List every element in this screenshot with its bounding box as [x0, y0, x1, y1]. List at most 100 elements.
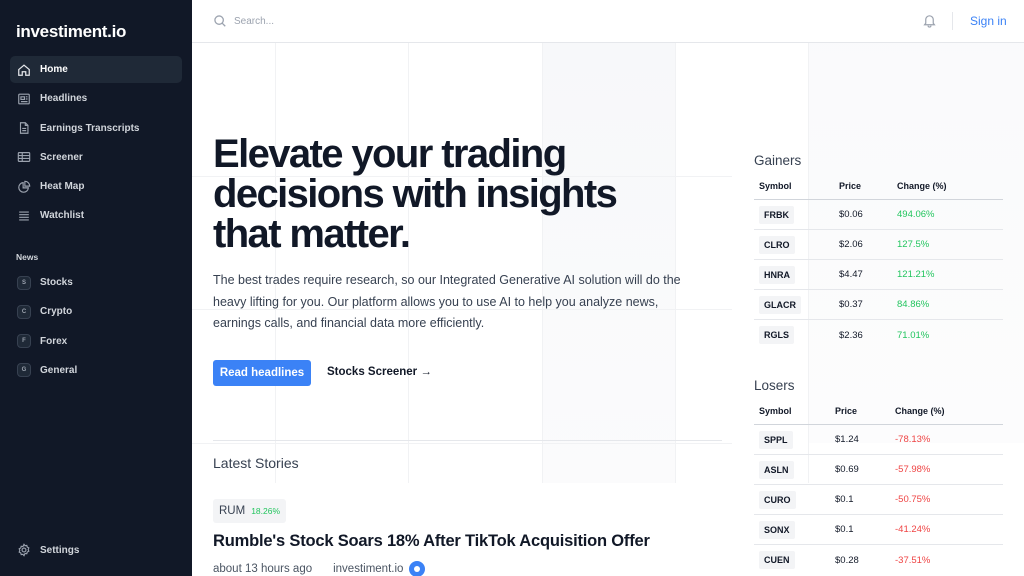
search-icon	[214, 15, 226, 27]
story-headline[interactable]: Rumble's Stock Soars 18% After TikTok Ac…	[213, 532, 650, 551]
price-cell: $0.1	[835, 524, 854, 535]
bell-icon[interactable]	[922, 13, 937, 28]
change-cell: -37.51%	[895, 554, 931, 566]
table-row[interactable]: CURO $0.1 -50.75%	[754, 485, 1003, 515]
table-row[interactable]: SPPL $1.24 -78.13%	[754, 425, 1003, 455]
symbol-badge: CUEN	[759, 551, 795, 569]
table-row[interactable]: GLACR $0.37 84.86%	[754, 290, 1003, 320]
change-cell: 71.01%	[897, 329, 930, 341]
column-header: Symbol	[759, 406, 792, 416]
symbol-badge: RGLS	[759, 326, 795, 344]
table-row[interactable]: RGLS $2.36 71.01%	[754, 320, 1003, 350]
symbol-badge: CURO	[759, 490, 796, 509]
price-cell: $0.37	[839, 299, 863, 310]
news-item-label: Stocks	[40, 277, 73, 288]
price-cell: $0.28	[835, 554, 859, 566]
topbar-divider	[952, 12, 953, 30]
column-header: Change (%)	[897, 181, 947, 191]
change-cell: 121.21%	[897, 269, 935, 280]
table-row[interactable]: FRBK $0.06 494.06%	[754, 200, 1003, 230]
ticker-change: 18.26%	[251, 506, 281, 516]
nav-item-screener[interactable]: Screener	[10, 144, 182, 171]
change-cell: 127.5%	[897, 239, 930, 250]
document-icon	[19, 122, 29, 134]
nav-item-label: Screener	[40, 151, 83, 163]
price-cell: $0.1	[835, 494, 854, 505]
symbol-badge: SPPL	[759, 430, 793, 449]
search-input[interactable]	[234, 11, 534, 31]
ticker-symbol: RUM	[219, 505, 246, 517]
gainers-table: Symbol Price Change (%) FRBK $0.06 494.0…	[754, 173, 1003, 350]
letter-badge: G	[17, 363, 31, 378]
letter-badge: C	[17, 304, 31, 319]
gear-icon	[18, 543, 30, 557]
news-section-title: News	[16, 252, 39, 262]
losers-title: Losers	[754, 378, 795, 393]
list-icon	[19, 211, 29, 221]
price-cell: $0.69	[835, 464, 859, 475]
source-logo-icon	[409, 561, 426, 576]
sidebar: investiment.io Home Headlines Earnings T…	[0, 0, 192, 576]
nav-item-label: Earnings Transcripts	[40, 122, 140, 134]
table-row[interactable]: SONX $0.1 -41.24%	[754, 515, 1003, 545]
column-header: Symbol	[759, 181, 792, 191]
table-icon	[17, 152, 31, 163]
losers-table: Symbol Price Change (%) SPPL $1.24 -78.1…	[754, 398, 1003, 575]
nav-item-watchlist[interactable]: Watchlist	[10, 202, 182, 229]
sign-in-link[interactable]: Sign in	[970, 14, 1007, 28]
news-item-stocks[interactable]: S Stocks	[10, 269, 182, 296]
table-row[interactable]: HNRA $4.47 121.21%	[754, 260, 1003, 290]
story-source[interactable]: investiment.io	[333, 563, 403, 575]
pie-chart-icon	[18, 180, 31, 193]
hero-description: The best trades require research, so our…	[213, 273, 681, 330]
news-item-general[interactable]: G General	[10, 357, 182, 384]
price-cell: $2.06	[839, 239, 863, 250]
nav-item-home[interactable]: Home	[10, 56, 182, 83]
stocks-screener-link[interactable]: Stocks Screener →	[327, 366, 432, 378]
nav-item-earnings-transcripts[interactable]: Earnings Transcripts	[10, 115, 182, 142]
hero-title: Elevate your trading decisions with insi…	[213, 132, 618, 256]
symbol-badge: GLACR	[759, 295, 801, 314]
table-row[interactable]: ASLN $0.69 -57.98%	[754, 455, 1003, 485]
letter-badge: S	[17, 275, 31, 290]
settings-button[interactable]: Settings	[17, 543, 79, 557]
home-icon	[18, 63, 30, 76]
brand-logo[interactable]: investiment.io	[16, 22, 126, 42]
table-row[interactable]: CUEN $0.28 -37.51%	[754, 545, 1003, 575]
nav-item-headlines[interactable]: Headlines	[10, 85, 182, 112]
news-item-label: Crypto	[40, 306, 73, 318]
latest-stories-title: Latest Stories	[213, 455, 299, 471]
gainers-title: Gainers	[754, 153, 802, 168]
nav-item-label: Headlines	[40, 93, 88, 105]
read-headlines-button[interactable]: Read headlines	[213, 360, 311, 386]
news-item-label: General	[40, 364, 78, 376]
symbol-badge: ASLN	[759, 460, 794, 479]
nav-item-label: Home	[40, 64, 68, 75]
column-header: Price	[839, 181, 862, 191]
price-cell: $2.36	[839, 329, 863, 341]
column-header: Change (%)	[895, 406, 945, 416]
change-cell: -50.75%	[895, 494, 931, 505]
symbol-badge: FRBK	[759, 205, 794, 224]
news-item-forex[interactable]: F Forex	[10, 328, 182, 355]
price-cell: $1.24	[835, 434, 859, 445]
news-nav: S Stocks C Crypto F Forex G General	[10, 269, 182, 386]
newspaper-icon	[18, 93, 30, 105]
letter-badge: F	[17, 334, 31, 349]
table-row[interactable]: CLRO $2.06 127.5%	[754, 230, 1003, 260]
nav-item-heat-map[interactable]: Heat Map	[10, 173, 182, 200]
section-divider	[213, 440, 722, 441]
symbol-badge: SONX	[759, 520, 795, 539]
nav-item-label: Watchlist	[40, 210, 85, 222]
news-item-crypto[interactable]: C Crypto	[10, 298, 182, 325]
change-cell: 494.06%	[897, 209, 935, 220]
story-meta: about 13 hours ago investiment.io	[213, 561, 426, 576]
top-bar: Sign in	[192, 0, 1024, 43]
table-header: Symbol Price Change (%)	[754, 173, 1003, 200]
nav-item-label: Heat Map	[40, 181, 85, 193]
settings-label: Settings	[40, 544, 80, 556]
story-ticker-badge[interactable]: RUM 18.26%	[213, 499, 287, 523]
column-header: Price	[835, 406, 858, 416]
change-cell: -41.24%	[895, 524, 931, 535]
story-time: about 13 hours ago	[213, 563, 313, 575]
